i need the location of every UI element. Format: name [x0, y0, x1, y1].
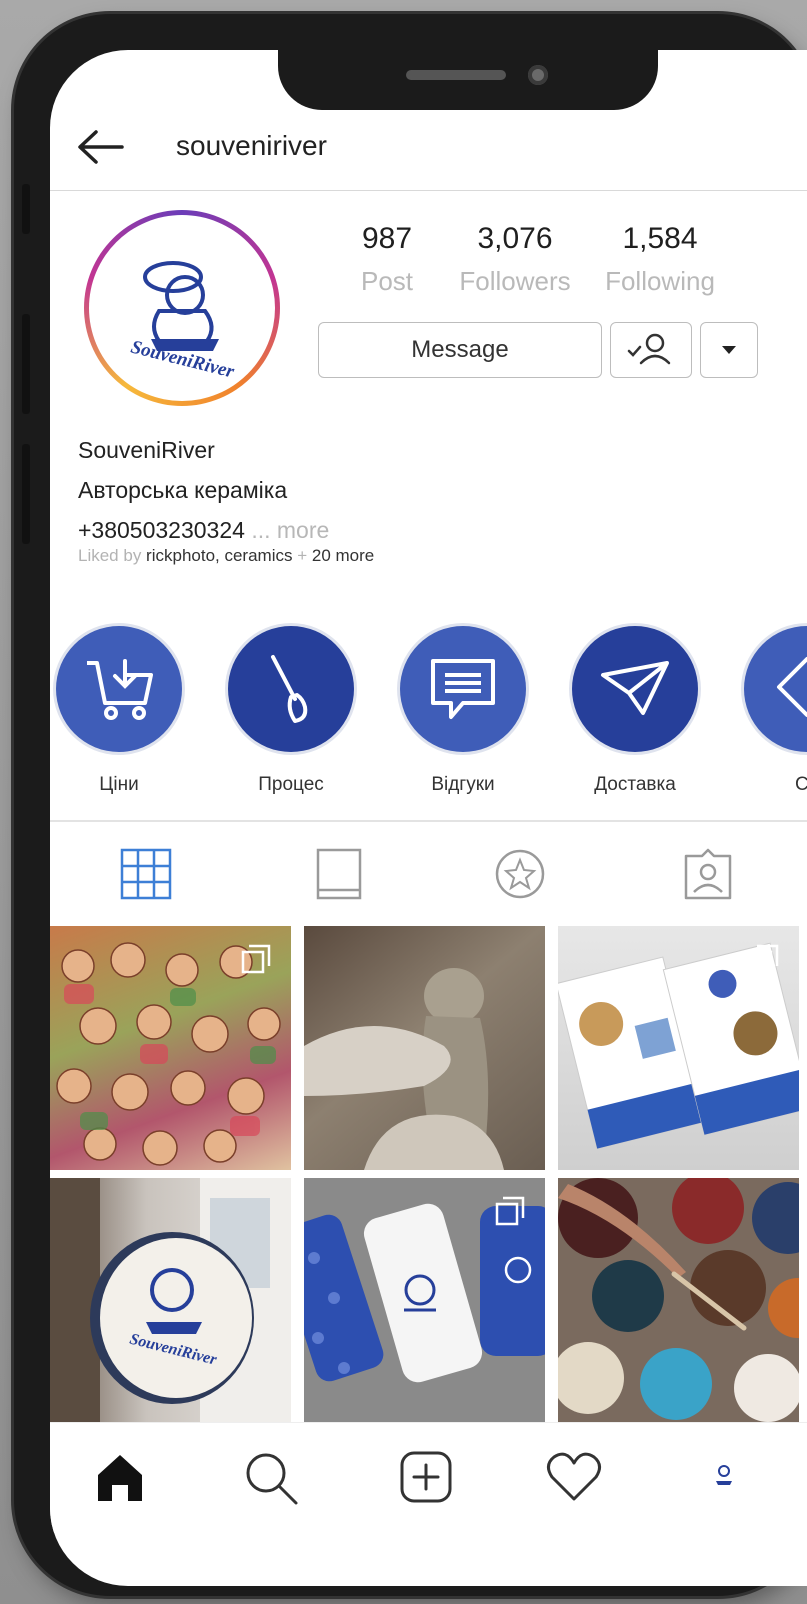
heart-icon[interactable] — [544, 1447, 604, 1507]
followers-count: 3,076 — [477, 222, 553, 255]
souveniriver-logo: SouveniRiver — [129, 261, 237, 383]
feed-icon[interactable] — [312, 846, 368, 902]
bio-name: SouveniRiver — [78, 437, 215, 463]
cart-icon — [87, 659, 153, 720]
post-image: SouveniRiver — [50, 1178, 291, 1422]
add-post-icon[interactable] — [396, 1447, 456, 1507]
grid-icon[interactable] — [118, 846, 174, 902]
notch-camera — [528, 65, 548, 85]
posts-grid: SouveniRiver — [50, 926, 807, 1422]
brush-icon — [271, 655, 308, 723]
phone-notch — [278, 50, 658, 110]
profile-avatar[interactable]: SouveniRiver — [84, 210, 280, 406]
post-image — [304, 968, 504, 1170]
tagged-icon[interactable] — [680, 846, 736, 902]
highlight-circle — [400, 626, 526, 752]
liked-by-separator: + — [292, 546, 312, 565]
message-icon — [431, 659, 495, 719]
following-count: 1,584 — [622, 222, 698, 255]
multiple-photos-icon — [749, 944, 779, 974]
liked-by-prefix: Liked by — [78, 546, 147, 565]
top-bar: souveniriver — [50, 110, 807, 191]
highlight-reviews[interactable]: Відгуки — [388, 626, 538, 796]
phone-volume-up — [22, 314, 30, 414]
phone-side-button — [22, 184, 30, 234]
highlight-prices[interactable]: Ціни — [50, 626, 194, 796]
liked-by: Liked by rickphoto, ceramics + 20 more — [78, 546, 374, 566]
post-thumbnail[interactable] — [50, 926, 291, 1170]
back-arrow-icon[interactable] — [72, 122, 128, 172]
post-thumbnail[interactable] — [558, 926, 799, 1170]
highlight-label: Доставка — [594, 774, 676, 795]
multiple-photos-icon — [241, 944, 271, 974]
bio-description: Авторська кераміка — [78, 477, 288, 503]
highlight-label: Ціни — [99, 774, 139, 795]
post-thumbnail[interactable] — [304, 926, 545, 1170]
highlight-label: Відгуки — [431, 774, 495, 795]
multiple-photos-icon — [495, 1196, 525, 1226]
highlight-more[interactable]: Сп — [732, 626, 807, 796]
highlight-circle — [56, 626, 182, 752]
stat-following[interactable]: 1,584 Following — [585, 222, 735, 297]
person-check-icon — [627, 333, 671, 365]
post-thumbnail[interactable] — [304, 1178, 545, 1422]
home-icon[interactable] — [90, 1447, 150, 1507]
followers-label: Followers — [459, 266, 571, 296]
highlight-label: Сп — [794, 774, 807, 795]
highlight-process[interactable]: Процес — [216, 626, 366, 796]
phone-frame: souveniriver SouveniRiver 987 Post 3,076… — [14, 14, 807, 1596]
profile-username: souveniriver — [176, 130, 327, 161]
following-status-button[interactable] — [610, 322, 692, 378]
profile-avatar[interactable] — [694, 1447, 754, 1507]
bio-phone[interactable]: +380503230324 — [78, 517, 245, 543]
bio-more-link[interactable]: ... more — [251, 517, 329, 543]
highlight-circle — [572, 626, 698, 752]
more-options-button[interactable] — [700, 322, 758, 378]
highlight-delivery[interactable]: Доставка — [560, 626, 710, 796]
profile-bio: SouveniRiver Авторська кераміка +3805032… — [78, 430, 329, 550]
section-divider — [50, 820, 807, 822]
stat-followers[interactable]: 3,076 Followers — [440, 222, 590, 297]
highlight-circle — [228, 626, 354, 752]
bottom-nav — [50, 1422, 807, 1533]
highlight-label: Процес — [258, 774, 324, 795]
notch-speaker — [406, 70, 506, 80]
star-icon[interactable] — [492, 846, 548, 902]
bio-phone-line: +380503230324 ... more — [78, 510, 329, 550]
phone-screen: souveniriver SouveniRiver 987 Post 3,076… — [50, 50, 807, 1586]
phone-volume-down — [22, 444, 30, 544]
liked-by-users[interactable]: rickphoto, ceramics — [146, 546, 292, 565]
post-thumbnail[interactable]: SouveniRiver — [50, 1178, 291, 1422]
chevron-down-icon — [722, 346, 736, 354]
following-label: Following — [605, 266, 715, 296]
search-icon[interactable] — [240, 1447, 300, 1507]
post-image — [558, 1178, 799, 1422]
paper-plane-icon — [601, 661, 669, 715]
liked-by-others[interactable]: 20 more — [312, 546, 374, 565]
highlight-circle — [744, 626, 807, 752]
tag-icon — [777, 657, 807, 717]
post-thumbnail[interactable] — [558, 1178, 799, 1422]
message-button[interactable]: Message — [318, 322, 602, 378]
avatar-image: SouveniRiver — [89, 215, 275, 401]
